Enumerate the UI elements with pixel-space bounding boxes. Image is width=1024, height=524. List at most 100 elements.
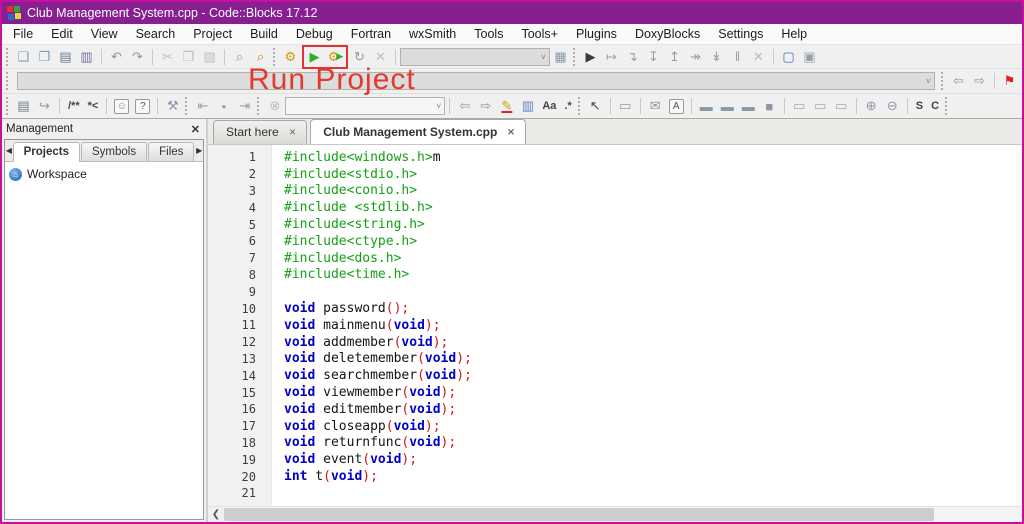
toolbar-grip[interactable] xyxy=(185,97,190,115)
zoom-in-button[interactable]: ⊕ xyxy=(861,96,882,116)
code-line[interactable]: 7 #include<dos.h> xyxy=(208,250,1022,267)
editor-tab-club-management-system-cpp[interactable]: Club Management System.cpp ✕ xyxy=(310,119,526,144)
wxsmith-content-button[interactable]: C xyxy=(927,100,943,112)
code-line[interactable]: 16 void editmember(void); xyxy=(208,401,1022,418)
toolbar-grip[interactable] xyxy=(6,97,11,115)
menu-edit[interactable]: Edit xyxy=(42,25,82,43)
wxsmith-frame-button[interactable]: ▭ xyxy=(615,96,636,116)
menu-search[interactable]: Search xyxy=(127,25,185,43)
menu-tools-[interactable]: Tools+ xyxy=(512,25,566,43)
highlight-occurrences-button[interactable]: ✎ xyxy=(496,96,517,116)
code-line[interactable]: 1 #include<windows.h> m xyxy=(208,149,1022,166)
code-line[interactable]: 20 int t(void); xyxy=(208,468,1022,485)
code-line[interactable]: 4 #include <stdlib.h> xyxy=(208,199,1022,216)
code-line[interactable]: 3 #include<conio.h> xyxy=(208,183,1022,200)
code-line[interactable]: 14 void searchmember(void); xyxy=(208,367,1022,384)
debug-pause-button[interactable]: ‖ xyxy=(727,47,748,67)
menu-wxsmith[interactable]: wxSmith xyxy=(400,25,465,43)
code-line[interactable]: 12 void addmember(void); xyxy=(208,334,1022,351)
wxsmith-envelope-button[interactable]: ✉ xyxy=(645,96,666,116)
doxy-run-html-button[interactable]: ↪ xyxy=(34,96,55,116)
wxsmith-border-all-button[interactable]: ▭ xyxy=(831,96,852,116)
menu-debug[interactable]: Debug xyxy=(287,25,342,43)
tab-close-icon[interactable]: ✕ xyxy=(289,127,297,138)
scrollbar-thumb[interactable] xyxy=(224,508,935,521)
wxsmith-panel-button[interactable]: ■ xyxy=(759,96,780,116)
menu-settings[interactable]: Settings xyxy=(709,25,772,43)
bookmark-flag-icon[interactable]: ⚑ xyxy=(999,71,1020,91)
browse-forward-button[interactable]: ⇨ xyxy=(969,71,990,91)
jump-back-button[interactable]: ⇤ xyxy=(192,96,213,116)
search-next-button[interactable]: ⇨ xyxy=(475,96,496,116)
code-line[interactable]: 8 #include<time.h> xyxy=(208,267,1022,284)
step-into-instruction-button[interactable]: ↡ xyxy=(706,47,727,67)
wxsmith-sizer-h-button[interactable]: ▬ xyxy=(696,96,717,116)
menu-file[interactable]: File xyxy=(4,25,42,43)
menu-doxyblocks[interactable]: DoxyBlocks xyxy=(626,25,709,43)
next-line-button[interactable]: ↴ xyxy=(622,47,643,67)
new-file-button[interactable]: ❏ xyxy=(13,47,34,67)
code-line[interactable]: 9 xyxy=(208,283,1022,300)
jump-marker-icon[interactable]: • xyxy=(213,96,234,116)
tab-projects[interactable]: Projects xyxy=(12,142,80,162)
doxy-block-comment-button[interactable]: /** xyxy=(64,100,84,112)
doxy-extract-docs-button[interactable]: ▤ xyxy=(13,96,34,116)
menu-help[interactable]: Help xyxy=(772,25,816,43)
workspace-tree-item[interactable]: ⌂ Workspace xyxy=(9,167,199,181)
tabs-scroll-left-icon[interactable]: ◀ xyxy=(5,140,13,161)
build-log-icon[interactable]: ▦ xyxy=(550,47,571,67)
menu-plugins[interactable]: Plugins xyxy=(567,25,626,43)
management-close-icon[interactable]: ✕ xyxy=(191,123,200,136)
doxy-smiley-icon[interactable]: ☺ xyxy=(111,96,132,116)
find-button[interactable]: ⌕ xyxy=(229,47,250,67)
tab-close-icon[interactable]: ✕ xyxy=(507,127,515,138)
code-editor[interactable]: 1 #include<windows.h> m 2 #include<stdio.h> 3… xyxy=(208,145,1022,522)
code-line[interactable]: 2 #include<stdio.h> xyxy=(208,166,1022,183)
tabs-scroll-right-icon[interactable]: ▶ xyxy=(195,140,203,161)
incremental-search-combo[interactable]: ˅ xyxy=(285,97,446,115)
toolbar-grip[interactable] xyxy=(573,47,578,66)
code-line[interactable]: 17 void closeapp(void); xyxy=(208,418,1022,435)
wxsmith-pointer-button[interactable]: ↖ xyxy=(585,96,606,116)
code-line[interactable]: 6 #include<ctype.h> xyxy=(208,233,1022,250)
zoom-out-button[interactable]: ⊖ xyxy=(882,96,903,116)
wxsmith-border-right-button[interactable]: ▭ xyxy=(810,96,831,116)
doxy-help-button[interactable]: ? xyxy=(132,96,153,116)
step-out-button[interactable]: ↥ xyxy=(664,47,685,67)
step-into-button[interactable]: ↧ xyxy=(643,47,664,67)
horizontal-scrollbar[interactable]: ❮ xyxy=(208,506,1022,522)
code-line[interactable]: 15 void viewmember(void); xyxy=(208,384,1022,401)
code-line[interactable]: 21 xyxy=(208,485,1022,502)
search-selection-only-button[interactable]: ▥ xyxy=(517,96,538,116)
jump-forward-button[interactable]: ⇥ xyxy=(234,96,255,116)
wxsmith-text-button[interactable]: A xyxy=(666,96,687,116)
browse-back-button[interactable]: ⇦ xyxy=(948,71,969,91)
match-case-button[interactable]: Aa xyxy=(538,100,560,112)
toolbar-grip[interactable] xyxy=(6,72,11,90)
save-button[interactable]: ▤ xyxy=(55,47,76,67)
code-line[interactable]: 19 void event(void); xyxy=(208,451,1022,468)
regex-button[interactable]: .* xyxy=(560,100,575,112)
build-target-combo[interactable]: ˅ xyxy=(400,47,550,66)
wxsmith-sizer-v-button[interactable]: ▬ xyxy=(717,96,738,116)
code-line[interactable]: 5 #include<string.h> xyxy=(208,216,1022,233)
code-line[interactable]: 11 void mainmenu(void); xyxy=(208,317,1022,334)
doxy-line-comment-button[interactable]: *< xyxy=(84,100,103,112)
code-completion-scope-combo[interactable]: ˅ xyxy=(17,72,935,90)
doxy-settings-wrench-button[interactable]: ⚒ xyxy=(162,96,183,116)
run-to-cursor-button[interactable]: ↦ xyxy=(601,47,622,67)
debug-continue-button[interactable]: ▶ xyxy=(580,47,601,67)
search-prev-button[interactable]: ⇦ xyxy=(454,96,475,116)
toolbar-grip[interactable] xyxy=(945,97,950,115)
tab-symbols[interactable]: Symbols xyxy=(81,142,148,161)
menu-build[interactable]: Build xyxy=(241,25,287,43)
next-instruction-button[interactable]: ↠ xyxy=(685,47,706,67)
menu-view[interactable]: View xyxy=(82,25,127,43)
code-line[interactable]: 10 void password (); xyxy=(208,300,1022,317)
redo-button[interactable]: ↷ xyxy=(127,47,148,67)
save-all-button[interactable]: ▥ xyxy=(76,47,97,67)
tab-files[interactable]: Files xyxy=(148,142,195,161)
toolbar-grip[interactable] xyxy=(6,47,11,66)
toolbar-grip[interactable] xyxy=(257,97,262,115)
wxsmith-border-left-button[interactable]: ▭ xyxy=(789,96,810,116)
